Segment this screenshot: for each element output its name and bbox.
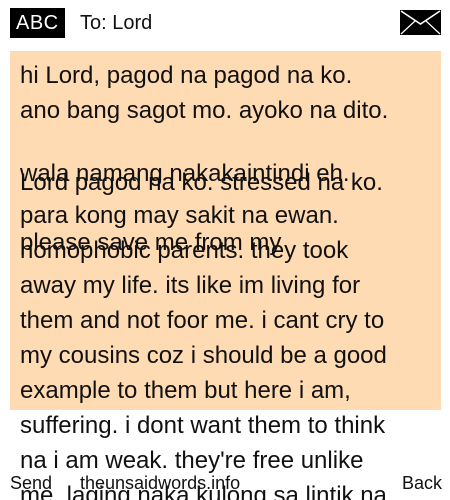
message-line: my cousins coz i should be a good	[20, 342, 387, 369]
softkey-bar: Send theunsaidwords.info Back	[0, 470, 450, 500]
compose-header: ABC To: Lord	[0, 0, 450, 46]
message-line: homophobic parents. they took	[20, 237, 349, 264]
message-line: ano bang sagot mo. ayoko na dito.	[20, 97, 389, 124]
input-mode-badge[interactable]: ABC	[10, 8, 65, 38]
message-line: them and not foor me. i cant cry to	[20, 307, 385, 334]
message-line: hi Lord, pagod na pagod na ko.	[20, 62, 353, 89]
compose-screen: ABC To: Lord hi Lord, pagod na pagod na …	[0, 0, 450, 500]
site-url-label: theunsaidwords.info	[80, 473, 241, 493]
envelope-icon	[400, 10, 441, 35]
message-line: Lord pagod na ko. stressed na ko.	[20, 169, 383, 196]
back-softkey[interactable]: Back	[402, 472, 442, 494]
send-softkey[interactable]: Send	[10, 472, 52, 494]
message-line: suffering. i dont want them to think	[20, 412, 386, 439]
recipient-field[interactable]: To: Lord	[80, 8, 152, 38]
message-line: example to them but here i am,	[20, 377, 351, 404]
message-line: away my life. its like im living for	[20, 272, 361, 299]
